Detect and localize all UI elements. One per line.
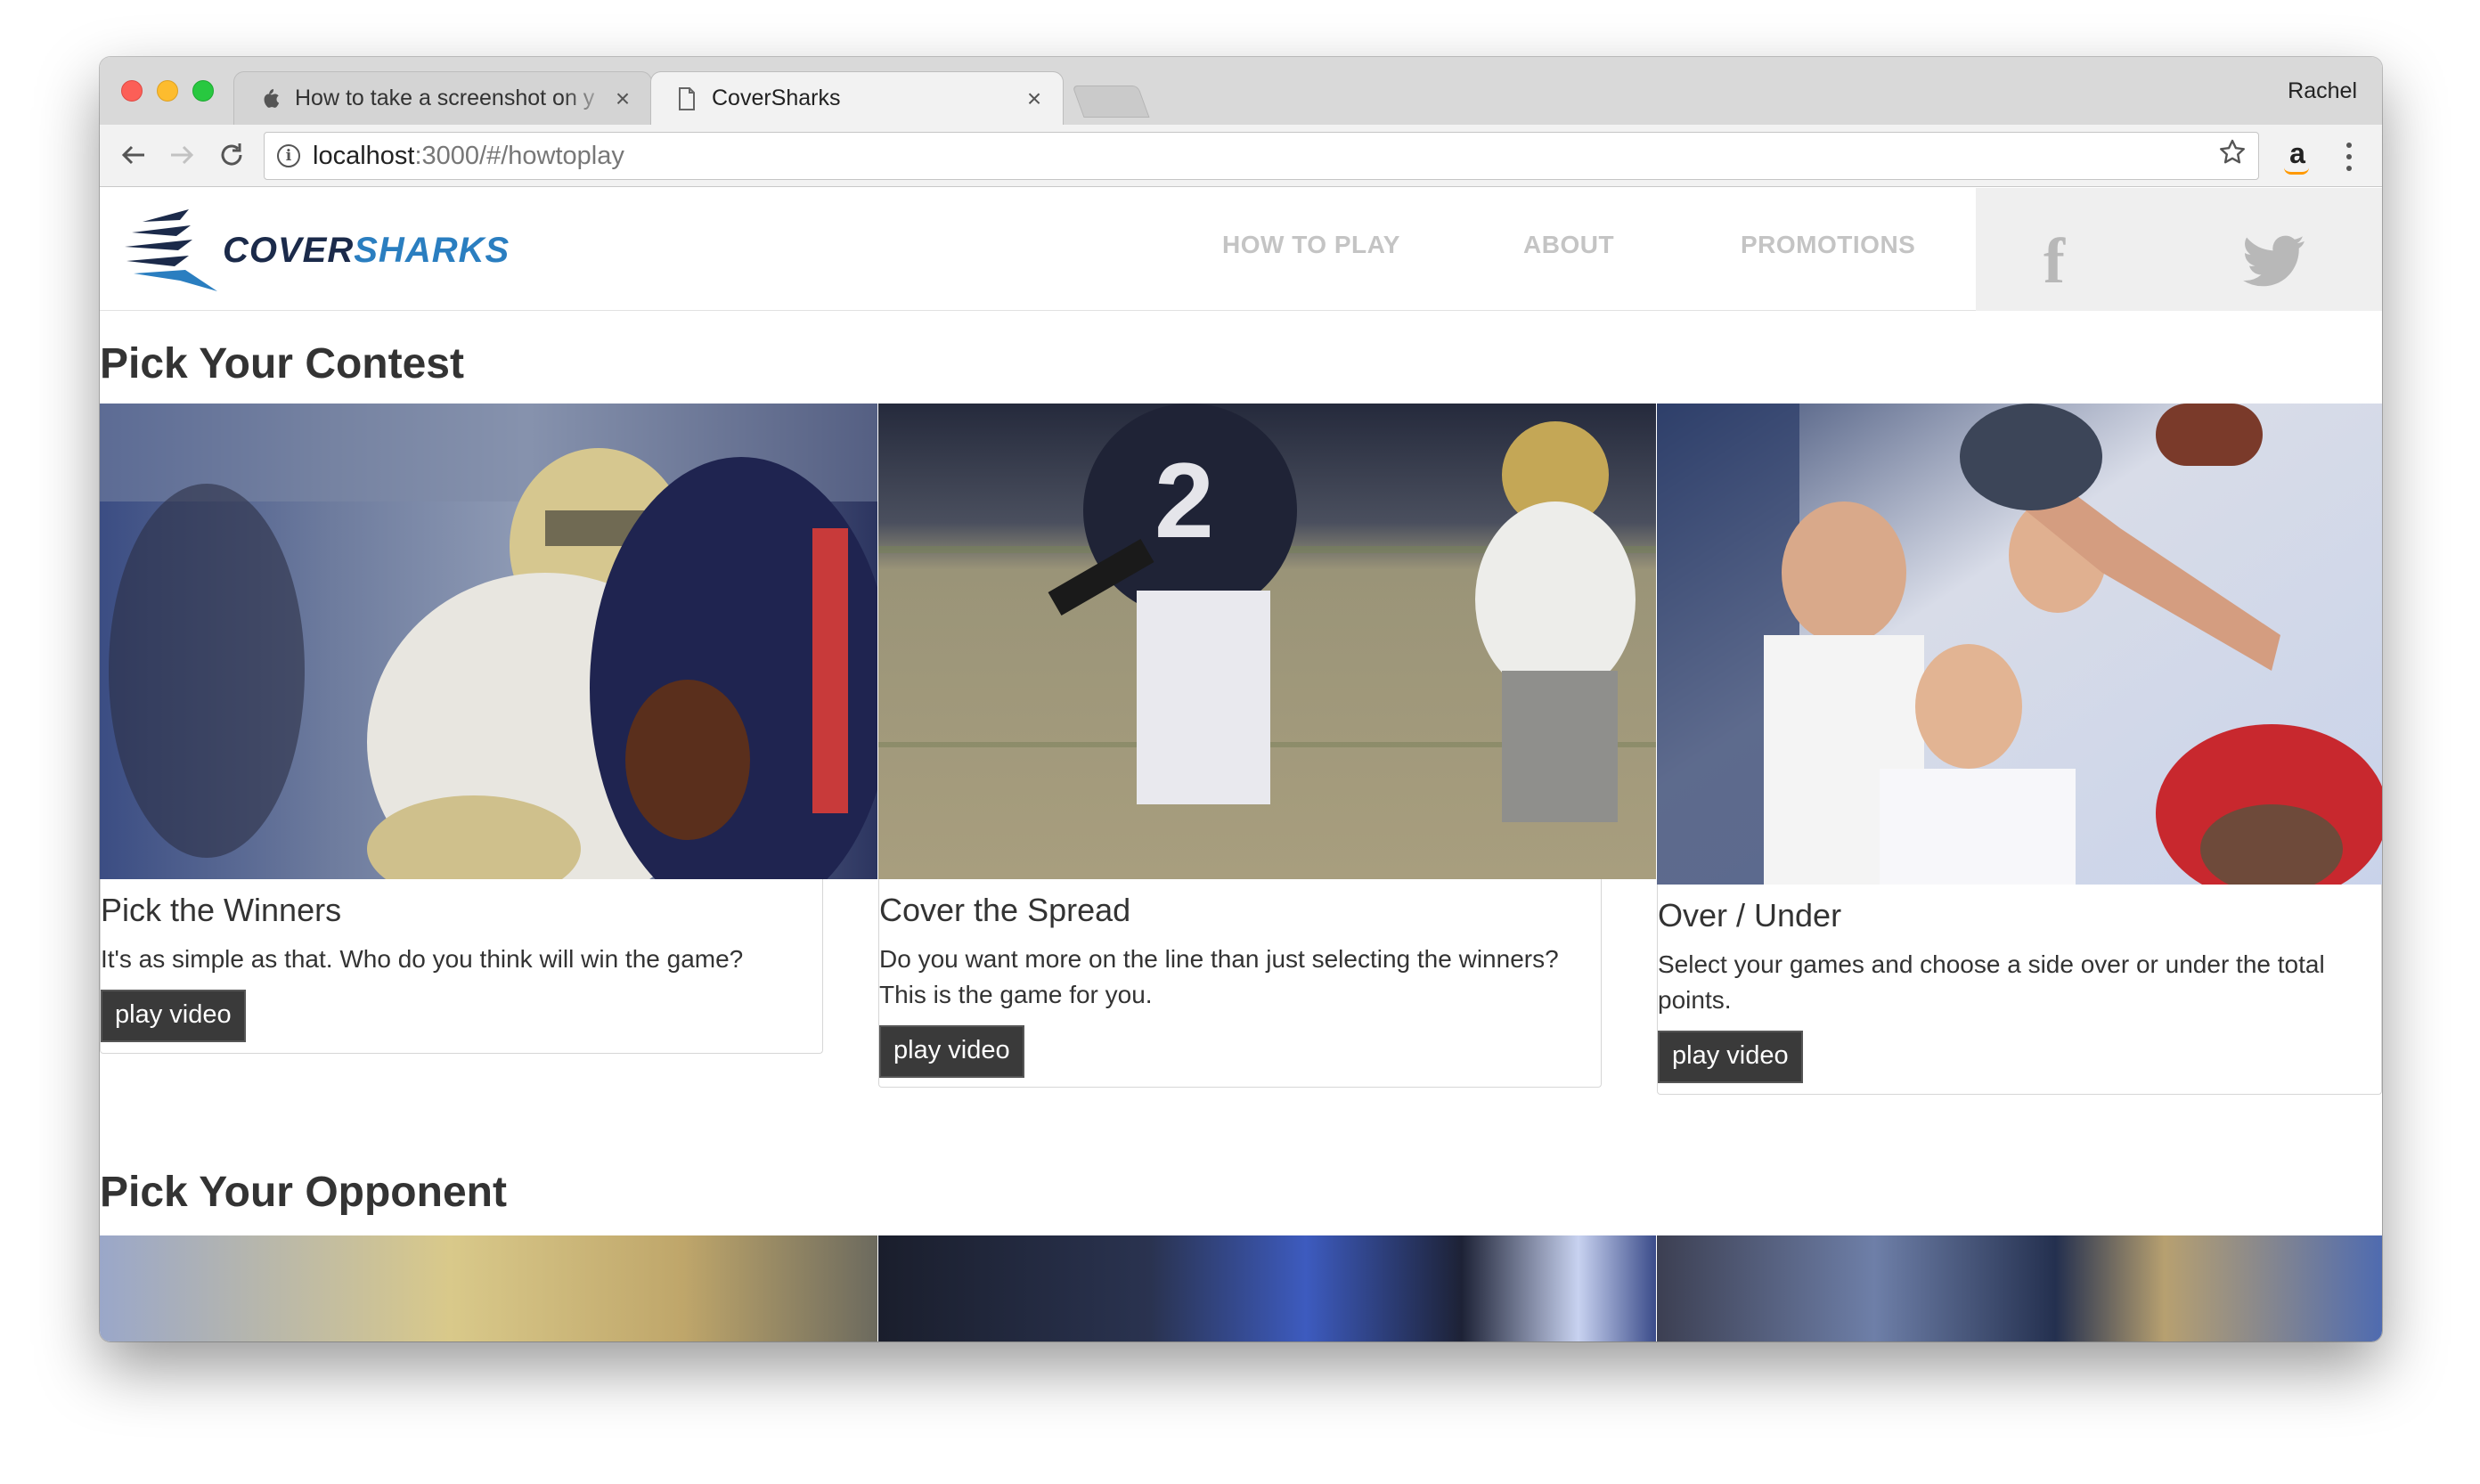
card-body: Cover the Spread Do you want more on the… (878, 879, 1602, 1088)
card-body: Pick the Winners It's as simple as that.… (100, 879, 823, 1054)
logo-text-sharks: SHARKS (354, 231, 510, 270)
card-title: Over / Under (1658, 897, 1842, 934)
play-video-button[interactable]: play video (1658, 1031, 1803, 1083)
social-links: f (1976, 188, 2382, 311)
opponent-card-photo[interactable] (878, 1235, 1656, 1341)
zoom-window-button[interactable] (192, 80, 214, 102)
shark-fin-logo-icon (125, 209, 217, 291)
svg-text:2: 2 (1154, 441, 1214, 560)
tab-strip: How to take a screenshot on y × CoverSha… (100, 57, 2382, 125)
close-window-button[interactable] (121, 80, 143, 102)
site-header: COVERSHARKS HOW TO PLAY ABOUT PROMOTIONS… (100, 188, 2382, 311)
url-host: localhost (313, 141, 415, 170)
nav-about[interactable]: ABOUT (1523, 231, 1614, 259)
browser-menu-icon[interactable] (2336, 139, 2362, 175)
minimize-window-button[interactable] (157, 80, 178, 102)
apple-icon (257, 86, 282, 111)
nav-how-to-play[interactable]: HOW TO PLAY (1222, 231, 1400, 259)
card-description: Select your games and choose a side over… (1658, 950, 2325, 1014)
football-photo (100, 404, 877, 879)
address-bar[interactable]: i localhost :3000/#/howtoplay (264, 132, 2259, 180)
new-tab-button[interactable] (1072, 86, 1150, 118)
card-description: It's as simple as that. Who do you think… (101, 945, 744, 973)
card-title: Cover the Spread (879, 892, 1131, 928)
tab-close-icon[interactable]: × (610, 85, 635, 113)
tab-close-icon[interactable]: × (1022, 85, 1047, 113)
logo-text-cover: COVER (223, 231, 355, 270)
football-photo (1657, 404, 2382, 885)
facebook-icon[interactable]: f (2044, 229, 2065, 293)
coversharks-logo[interactable]: COVERSHARKS (125, 206, 517, 295)
document-icon (674, 86, 699, 111)
opponent-card-photo[interactable] (100, 1235, 877, 1341)
card-body: Over / Under Select your games and choos… (1657, 885, 2382, 1095)
browser-toolbar: i localhost :3000/#/howtoplay a (100, 125, 2382, 187)
tab-title: How to take a screenshot on y (295, 86, 595, 110)
nav-promotions[interactable]: PROMOTIONS (1741, 231, 1915, 259)
football-photo: 2 (878, 404, 1656, 879)
tab-screenshot-howto[interactable]: How to take a screenshot on y × (233, 71, 652, 125)
section-title-opponent: Pick Your Opponent (100, 1169, 507, 1216)
back-arrow-icon[interactable] (116, 137, 151, 173)
browser-window: How to take a screenshot on y × CoverSha… (100, 57, 2382, 1341)
reload-icon[interactable] (214, 137, 249, 173)
amazon-smile-icon (2284, 167, 2309, 175)
info-icon[interactable]: i (277, 144, 300, 167)
opponent-card-photo[interactable] (1657, 1235, 2382, 1341)
tab-title: CoverSharks (712, 86, 841, 110)
page-viewport: COVERSHARKS HOW TO PLAY ABOUT PROMOTIONS… (100, 188, 2382, 1341)
card-title: Pick the Winners (101, 892, 342, 928)
play-video-button[interactable]: play video (101, 990, 246, 1042)
twitter-icon[interactable] (2243, 234, 2305, 288)
opponent-cards-row (100, 1235, 2382, 1341)
forward-arrow-icon[interactable] (164, 137, 200, 173)
tab-coversharks[interactable]: CoverSharks × (650, 71, 1064, 125)
profile-name[interactable]: Rachel (2288, 78, 2357, 104)
card-description: Do you want more on the line than just s… (879, 945, 1559, 1008)
section-title-contest: Pick Your Contest (100, 340, 464, 387)
bookmark-star-icon[interactable] (2219, 139, 2246, 174)
url-path: :3000/#/howtoplay (414, 141, 624, 170)
play-video-button[interactable]: play video (879, 1025, 1024, 1078)
